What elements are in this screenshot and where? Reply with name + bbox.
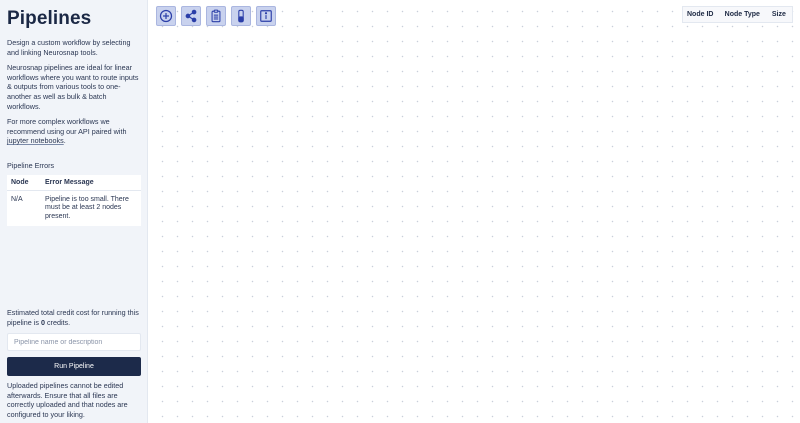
errors-header-node: Node — [7, 175, 41, 191]
add-circle-icon — [159, 9, 173, 23]
table-row: N/A Pipeline is too small. There must be… — [7, 191, 141, 227]
recommendation-text: For more complex workflows we recommend … — [7, 117, 140, 146]
pipeline-canvas[interactable] — [149, 0, 800, 423]
toolbar — [156, 6, 276, 26]
errors-header-message: Error Message — [41, 175, 141, 191]
node-table: Node ID Node Type Size — [682, 6, 793, 23]
node-table-header-row: Node ID Node Type Size — [683, 7, 793, 23]
errors-header-row: Node Error Message — [7, 175, 141, 191]
pipeline-errors-label: Pipeline Errors — [7, 161, 55, 170]
intro-text: Design a custom workflow by selecting an… — [7, 38, 131, 57]
upload-note: Uploaded pipelines cannot be edited afte… — [7, 381, 128, 419]
cost-prefix: Estimated total credit cost for running … — [7, 308, 139, 327]
error-message-cell: Pipeline is too small. There must be at … — [45, 196, 129, 220]
description-text: Neurosnap pipelines are ideal for linear… — [7, 63, 139, 111]
info-icon — [260, 10, 272, 22]
clipboard-icon — [211, 9, 221, 23]
node-type-header: Node Type — [724, 11, 760, 18]
test-tube-icon — [238, 9, 244, 23]
node-id-header: Node ID — [687, 11, 714, 18]
page-title: Pipelines — [7, 8, 92, 29]
recommendation-prefix: For more complex workflows we recommend … — [7, 117, 127, 136]
cost-suffix: credits. — [44, 317, 71, 327]
pipeline-name-input[interactable] — [7, 333, 141, 351]
run-pipeline-button[interactable]: Run Pipeline — [7, 357, 141, 376]
pipeline-errors-table: Node Error Message N/A Pipeline is too s… — [7, 175, 141, 227]
size-header: Size — [771, 11, 786, 18]
error-node-cell: N/A — [11, 196, 23, 203]
credit-cost-text: Estimated total credit cost for running … — [7, 308, 141, 327]
share-icon — [185, 9, 197, 23]
info-button[interactable] — [256, 6, 276, 26]
test-tube-button[interactable] — [231, 6, 251, 26]
sidebar: Pipelines Design a custom workflow by se… — [0, 0, 148, 423]
share-button[interactable] — [181, 6, 201, 26]
recommendation-suffix: . — [63, 136, 66, 146]
jupyter-notebooks-link[interactable]: jupyter notebooks — [7, 136, 64, 145]
add-node-button[interactable] — [156, 6, 176, 26]
clipboard-button[interactable] — [206, 6, 226, 26]
